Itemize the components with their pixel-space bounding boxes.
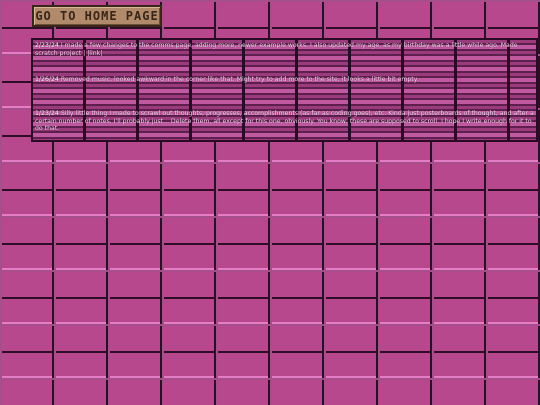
- note-text: Removed music, looked awkward in the cor…: [60, 76, 419, 83]
- note-item: 2/23/24 I made a few changes to the comm…: [35, 42, 534, 57]
- go-to-home-page-button[interactable]: GO TO HOME PAGE: [32, 5, 162, 27]
- note-date: 2/23/24: [35, 42, 59, 49]
- note-text: Silly little thing I made to scrawl out …: [35, 110, 534, 133]
- note-date: 1/26/24: [35, 76, 59, 83]
- notes-scroll-panel[interactable]: 2/23/24 I made a few changes to the comm…: [31, 38, 538, 142]
- note-text: I made a few changes to the comms page, …: [35, 42, 518, 57]
- note-item: 1/23/24 Silly little thing I made to scr…: [35, 110, 534, 133]
- note-link[interactable]: |link|: [87, 50, 102, 57]
- note-item: 1/26/24 Removed music, looked awkward in…: [35, 76, 534, 84]
- note-date: 1/23/24: [35, 110, 59, 117]
